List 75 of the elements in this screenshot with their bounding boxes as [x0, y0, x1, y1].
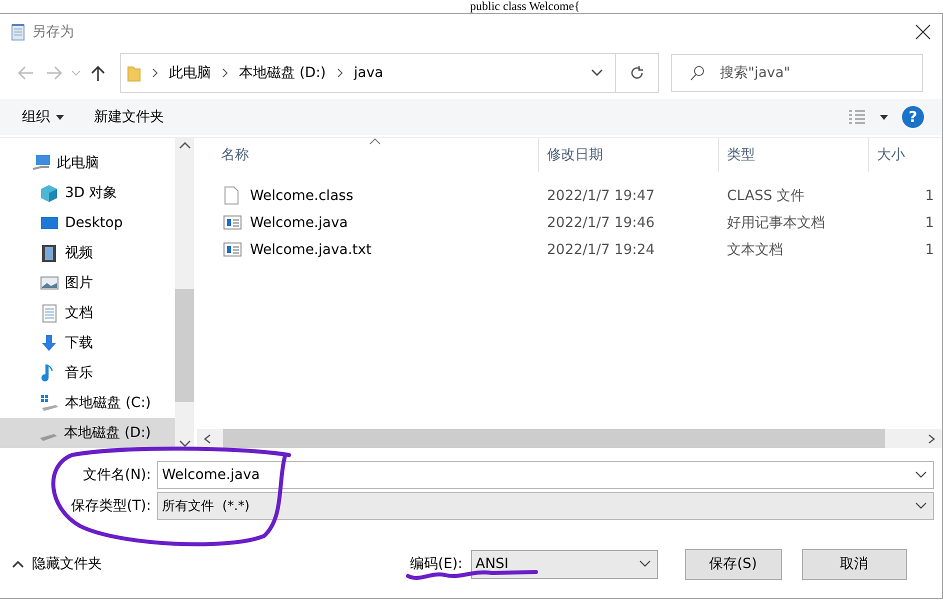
caret-icon — [915, 502, 927, 510]
breadcrumb[interactable]: java — [354, 65, 384, 81]
caret-up-icon — [12, 560, 24, 568]
new-folder-button[interactable]: 新建文件夹 — [94, 108, 164, 126]
file-name[interactable]: Welcome.java.txt — [250, 242, 372, 258]
chevron-icon — [336, 68, 344, 78]
organize-menu[interactable]: 组织 — [22, 108, 64, 126]
computer-icon — [32, 154, 51, 172]
hide-folders-toggle[interactable]: 隐藏文件夹 — [12, 555, 102, 573]
encoding-dropdown[interactable]: ANSI — [470, 550, 658, 578]
column-header[interactable]: 修改日期 — [539, 138, 719, 172]
save-button[interactable]: 保存(S) — [684, 548, 782, 580]
close-icon[interactable] — [914, 23, 932, 41]
table-cell-text: 2022/1/7 19:24 — [546, 242, 656, 258]
picture-icon — [40, 274, 59, 292]
column-header[interactable]: 大小 — [869, 138, 942, 172]
notepad-icon — [10, 23, 26, 41]
film-icon — [40, 244, 59, 262]
field-label: 编码(E): — [410, 555, 462, 573]
table-cell-text: 2022/1/7 19:46 — [546, 214, 656, 230]
breadcrumb[interactable]: 本地磁盘 (D:) — [239, 64, 326, 82]
drive-icon — [40, 433, 58, 441]
notepad-file-icon — [223, 240, 242, 259]
caret-icon[interactable] — [591, 69, 603, 77]
chevron-icon — [151, 68, 159, 78]
table-cell-text: 文本文档 — [726, 240, 784, 258]
refresh-button[interactable] — [616, 53, 659, 93]
search-icon — [689, 65, 705, 81]
nav-item[interactable]: 音乐 — [0, 358, 175, 388]
background-code-text: public class Welcome{ — [470, 0, 580, 13]
download-arrow-icon — [40, 334, 59, 352]
nav-item[interactable]: 视频 — [0, 238, 175, 268]
field-label: 文件名(N): — [82, 466, 151, 484]
scrollbar-thumb[interactable] — [175, 289, 194, 402]
vertical-scrollbar[interactable] — [175, 138, 194, 451]
table-cell-text: 1 — [924, 214, 935, 230]
nav-item[interactable]: 此电脑 — [0, 148, 175, 178]
nav-item[interactable]: 本地磁盘 (D:) — [0, 418, 175, 448]
table-cell-text: 1 — [924, 188, 935, 204]
window-title: 另存为 — [32, 23, 74, 41]
up-arrow-icon[interactable] — [89, 65, 107, 81]
caret-icon — [638, 560, 650, 568]
breadcrumb[interactable]: 此电脑 — [169, 64, 211, 82]
nav-item[interactable]: 3D 对象 — [0, 178, 175, 208]
cancel-button[interactable]: 取消 — [802, 548, 906, 580]
nav-item[interactable]: 图片 — [0, 268, 175, 298]
address-bar[interactable]: 此电脑 本地磁盘 (D:) java — [120, 53, 616, 93]
table-cell-text: 2022/1/7 19:47 — [546, 188, 656, 204]
document-icon — [40, 304, 59, 322]
refresh-icon — [629, 65, 645, 81]
cube-icon — [40, 184, 59, 202]
filename-field[interactable]: Welcome.java — [157, 461, 934, 489]
column-header[interactable]: 类型 — [719, 138, 869, 172]
caret-icon — [56, 114, 64, 120]
view-list-icon[interactable] — [848, 110, 866, 124]
table-cell-text: CLASS 文件 — [726, 186, 806, 204]
folder-icon — [127, 64, 141, 82]
nav-item[interactable]: 本地磁盘 (C:) — [0, 388, 175, 418]
help-button[interactable]: ? — [902, 106, 924, 128]
search-field[interactable]: 搜索"java" — [671, 54, 923, 92]
drive-icon — [40, 394, 59, 412]
caret-icon — [915, 471, 927, 479]
nav-item[interactable]: Desktop — [0, 208, 175, 238]
file-name[interactable]: Welcome.class — [250, 188, 354, 204]
column-header[interactable]: 名称 — [197, 138, 539, 172]
nav-item[interactable]: 文档 — [0, 298, 175, 328]
file-name[interactable]: Welcome.java — [250, 214, 348, 230]
nav-item[interactable]: 下载 — [0, 328, 175, 358]
notepad-file-icon — [223, 213, 242, 232]
table-cell-text: 1 — [924, 242, 935, 258]
chevron-icon — [221, 68, 229, 78]
file-type-dropdown[interactable]: 所有文件 (*.*) — [157, 492, 934, 520]
caret-icon[interactable] — [880, 114, 888, 120]
field-label: 保存类型(T): — [70, 497, 151, 515]
table-cell-text: 好用记事本文档 — [726, 214, 826, 232]
